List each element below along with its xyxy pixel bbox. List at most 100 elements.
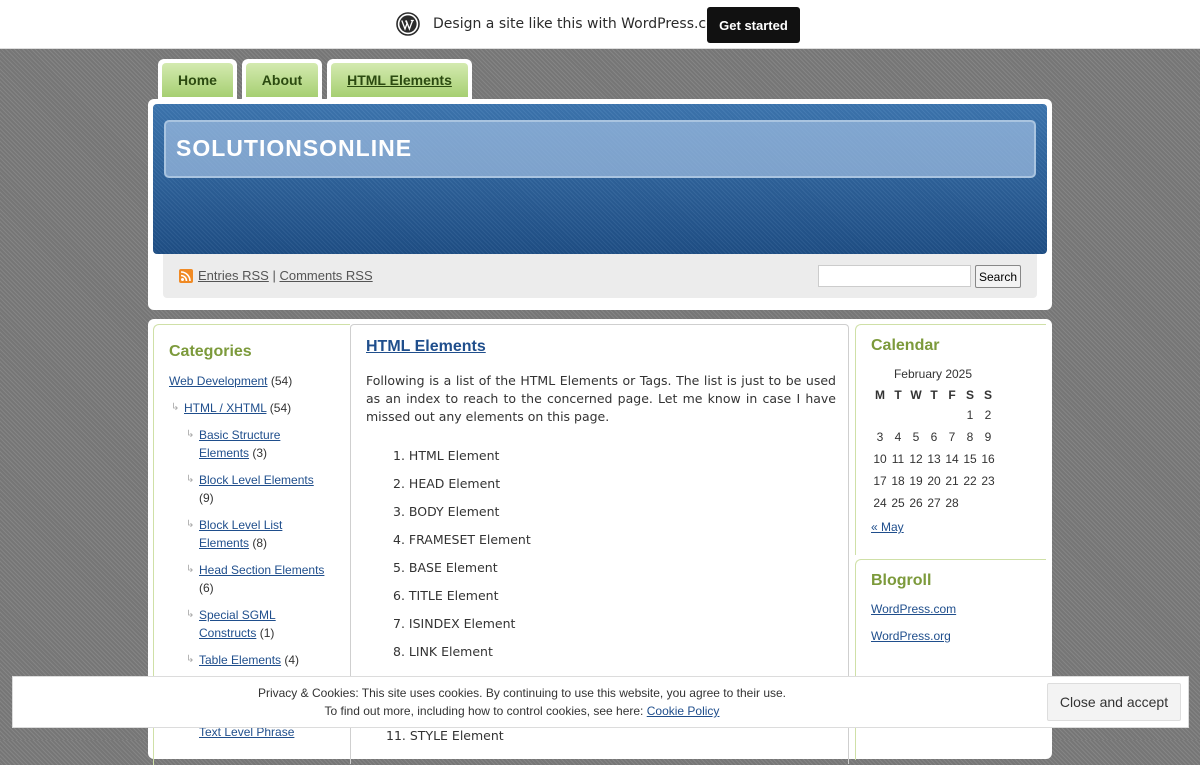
category-count: (54) (270, 374, 293, 388)
site-title[interactable]: SOLUTIONSONLINE (176, 135, 412, 162)
calendar-day: 22 (963, 474, 977, 488)
calendar-day (961, 492, 979, 514)
calendar-day (979, 492, 997, 514)
list-number: 4. (393, 532, 405, 547)
category-item: HTML / XHTML (54) (184, 399, 291, 417)
category-link[interactable]: Basic Structure Elements (199, 428, 280, 460)
list-item-label: TITLE Element (408, 588, 499, 603)
calendar-day: 14 (945, 452, 959, 466)
calendar-day: 1 (966, 408, 974, 422)
calendar-week-row: 17 18 19 20 21 22 23 (871, 470, 997, 492)
category-count: (9) (199, 491, 214, 505)
close-and-accept-button[interactable]: Close and accept (1047, 683, 1181, 721)
comments-rss-link[interactable]: Comments RSS (279, 268, 372, 283)
post-intro: Following is a list of the HTML Elements… (366, 373, 836, 424)
calendar-caption: February 2025 (893, 367, 973, 381)
list-item: 6. TITLE Element (393, 588, 498, 603)
tab-html-elements[interactable]: HTML Elements (327, 59, 472, 101)
category-link[interactable]: Web Development (169, 374, 268, 388)
tab-html-elements-label[interactable]: HTML Elements (331, 63, 468, 97)
weekday-label: S (983, 388, 992, 402)
calendar-header-row: M T W T F S S (871, 386, 997, 404)
calendar-day: 3 (876, 430, 884, 444)
calendar-day: 9 (984, 430, 992, 444)
calendar-day: 5 (912, 430, 920, 444)
category-item: Basic Structure Elements (3) (199, 426, 324, 462)
calendar-day (889, 404, 907, 426)
cookie-text: Privacy & Cookies: This site uses cookie… (12, 684, 1032, 720)
category-count: (4) (284, 653, 300, 667)
category-link[interactable]: HTML / XHTML (184, 401, 266, 415)
calendar-day (943, 404, 961, 426)
calendar-day: 11 (891, 452, 905, 466)
list-item-label: ISINDEX Element (408, 616, 516, 631)
category-item: Head Section Elements (6) (199, 561, 334, 597)
calendar-day: 19 (909, 474, 923, 488)
list-item-label: LINK Element (408, 644, 493, 659)
feed-links: Entries RSS | Comments RSS (198, 268, 373, 283)
category-item: Table Elements (4) (199, 651, 299, 669)
list-item: 7. ISINDEX Element (393, 616, 515, 631)
calendar-prev-month-link[interactable]: « May (871, 520, 904, 534)
list-item: 8. LINK Element (393, 644, 493, 659)
search-input[interactable] (818, 265, 971, 287)
category-count: (54) (269, 401, 292, 415)
tab-about-label[interactable]: About (246, 63, 318, 97)
get-started-button[interactable]: Get started (707, 7, 800, 43)
post-title[interactable]: HTML Elements (366, 338, 486, 356)
calendar-day (925, 404, 943, 426)
list-number: 1. (393, 448, 405, 463)
calendar-day: 21 (945, 474, 959, 488)
calendar-week-row: 10 11 12 13 14 15 16 (871, 448, 997, 470)
calendar-day (871, 404, 889, 426)
wp-promo-banner: Design a site like this with WordPress.c… (0, 0, 1200, 49)
search-button[interactable]: Search (975, 265, 1021, 288)
calendar-day: 17 (873, 474, 887, 488)
list-item-label: FRAMESET Element (408, 532, 531, 547)
calendar-week-row: 1 2 (871, 404, 997, 426)
calendar-day: 13 (927, 452, 941, 466)
branch-arrow-icon: ↳ (186, 564, 195, 575)
calendar-week-row: 24 25 26 27 28 (871, 492, 997, 514)
tab-about[interactable]: About (242, 59, 322, 101)
calendar-table: M T W T F S S 1 2 3 4 5 6 7 8 9 10 11 12… (871, 386, 997, 514)
rss-icon (179, 269, 193, 283)
branch-arrow-icon: ↳ (186, 654, 195, 665)
branch-arrow-icon: ↳ (186, 519, 195, 530)
category-item: Block Level List Elements (8) (199, 516, 309, 552)
list-item-label: BASE Element (408, 560, 498, 575)
calendar-day: 20 (927, 474, 941, 488)
calendar-day: 10 (873, 452, 887, 466)
list-item: 3. BODY Element (393, 504, 499, 519)
blogroll-link[interactable]: WordPress.org (871, 629, 951, 643)
wp-promo-text: Design a site like this with WordPress.c… (433, 16, 729, 32)
list-number: 2. (393, 476, 405, 491)
category-count: (8) (252, 536, 268, 550)
branch-arrow-icon: ↳ (186, 609, 195, 620)
entries-rss-link[interactable]: Entries RSS (198, 268, 269, 283)
tab-home[interactable]: Home (158, 59, 237, 101)
category-link[interactable]: Block Level Elements (199, 473, 314, 487)
calendar-day: 26 (909, 496, 923, 510)
blogroll-link[interactable]: WordPress.com (871, 602, 956, 616)
calendar-day: 7 (948, 430, 956, 444)
list-number: 5. (393, 560, 405, 575)
category-count: (6) (199, 581, 214, 595)
branch-arrow-icon: ↳ (186, 474, 195, 485)
wordpress-logo-icon[interactable] (396, 12, 420, 36)
cookie-line-1: Privacy & Cookies: This site uses cookie… (257, 686, 787, 700)
category-link[interactable]: Head Section Elements (199, 563, 324, 577)
category-link[interactable]: Block Level List Elements (199, 518, 282, 550)
tab-home-label[interactable]: Home (162, 63, 233, 97)
category-link[interactable]: Table Elements (199, 653, 281, 667)
cookie-policy-link[interactable]: Cookie Policy (647, 704, 720, 718)
category-item: Special SGML Constructs (1) (199, 606, 309, 642)
list-number: 11. (386, 728, 406, 743)
blogroll-title: Blogroll (871, 572, 932, 589)
list-item-label: HEAD Element (408, 476, 501, 491)
calendar-day: 15 (963, 452, 977, 466)
list-number: 8. (393, 644, 405, 659)
weekday-label: S (965, 388, 974, 402)
branch-arrow-icon: ↳ (186, 429, 195, 440)
calendar-day: 2 (984, 408, 992, 422)
